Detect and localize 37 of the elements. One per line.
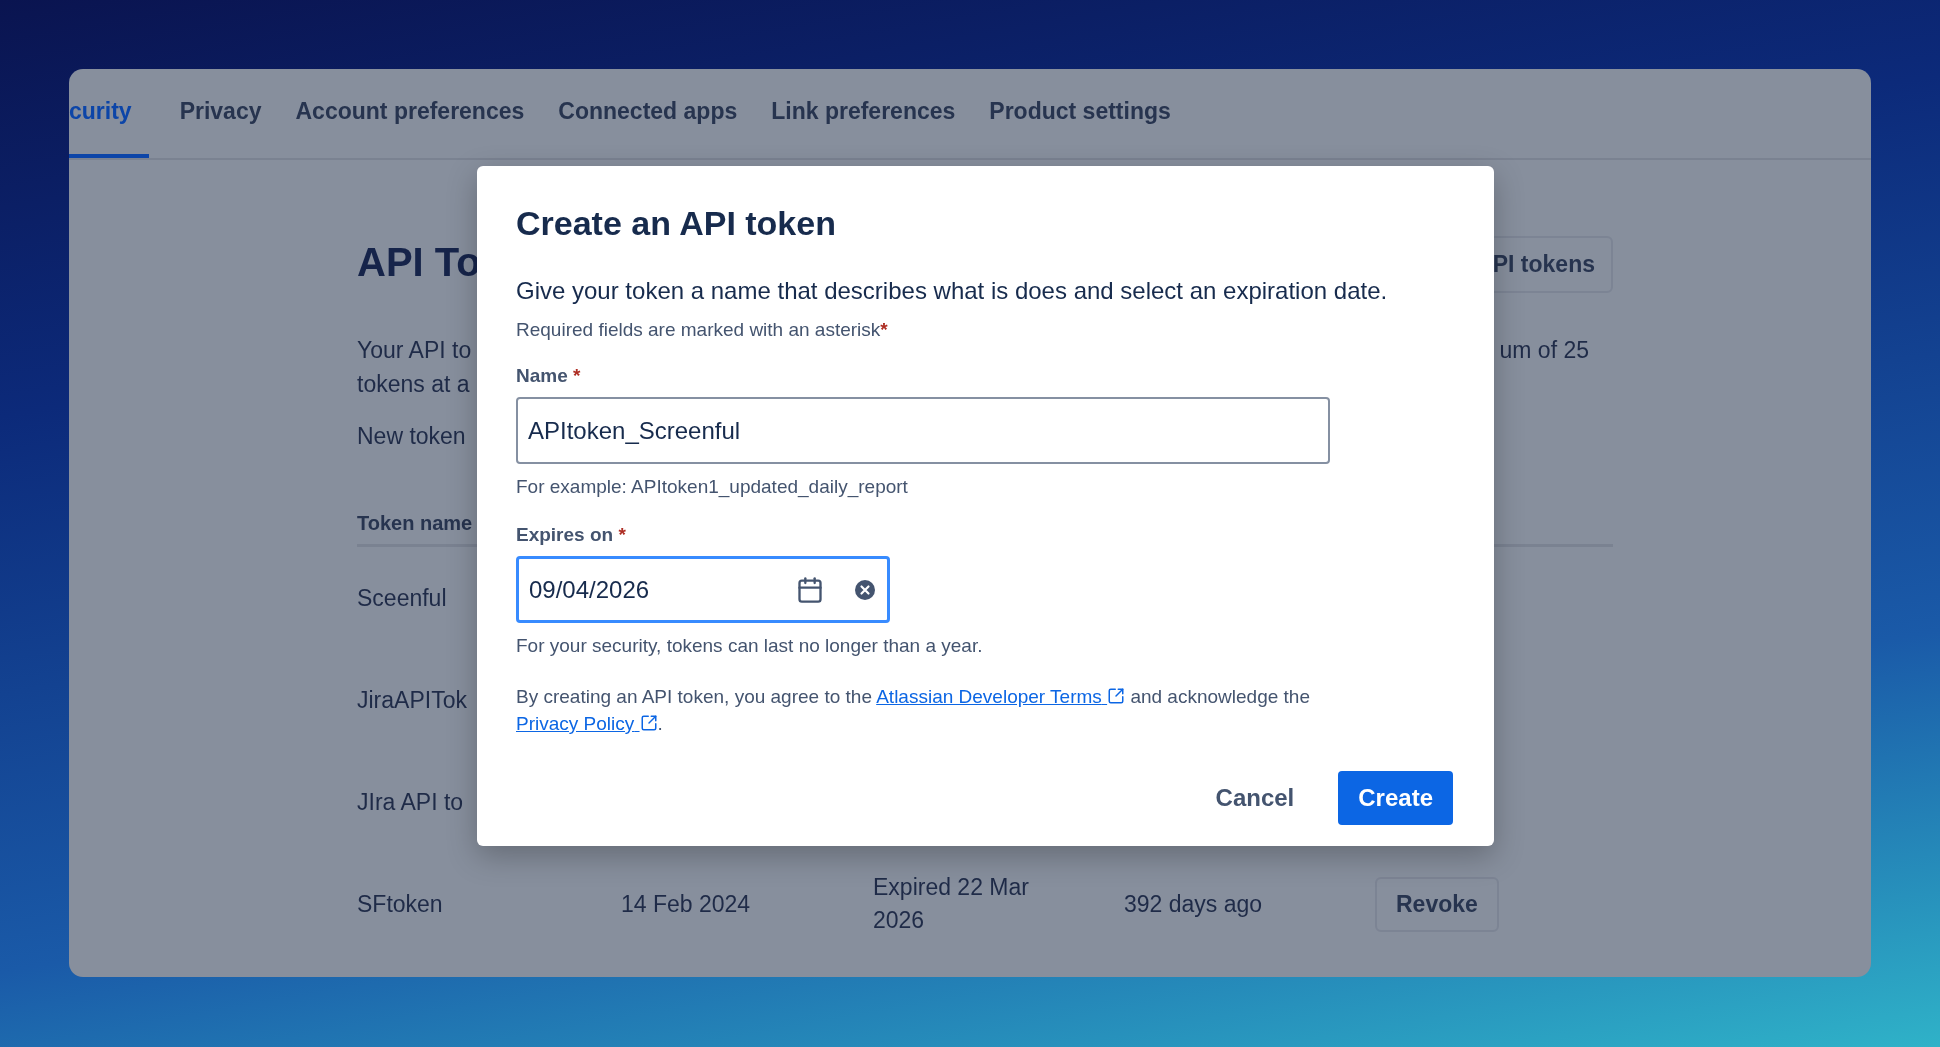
name-field[interactable]: APItoken_Screenful (516, 397, 1330, 464)
table-cell-text: 392 days ago (1124, 889, 1263, 919)
page-title: API To (357, 240, 481, 285)
field-hint: For your security, tokens can last no longer than a year. (516, 635, 984, 657)
table-cell-text: SFtoken (357, 889, 443, 919)
intro-text: um of 25 (1499, 336, 1589, 365)
tab[interactable]: Product settings (972, 69, 1188, 158)
required-note: Required fields are marked with an asterisk* (516, 319, 889, 341)
agreement-text: By creating an API token, you agree to the Atlassian Developer Terms and acknowledge the Privacy Policy . (516, 685, 1311, 736)
external-link-icon (1107, 687, 1126, 705)
intro-text: Your API to tokens at a (357, 336, 472, 399)
calendar-icon[interactable] (796, 575, 824, 604)
field-label: Name * (516, 365, 582, 387)
note-text: New token (357, 423, 466, 450)
field-hint: For example: APItoken1_updated_daily_report (516, 476, 909, 498)
date-field[interactable]: 09/04/2026 (516, 556, 890, 623)
table-cell-text: Sceenful (357, 583, 447, 613)
tab[interactable]: curity (69, 69, 149, 158)
dialog-title: Create an API token (516, 204, 837, 243)
create-button[interactable]: Create (1338, 771, 1453, 825)
cancel-button[interactable]: Cancel (1195, 771, 1315, 825)
tab[interactable]: Link preferences (754, 69, 973, 158)
table-cell-text: JIra API to (357, 787, 464, 817)
table-cell-text: JiraAPITok (357, 685, 467, 715)
tab[interactable]: Connected apps (541, 69, 755, 158)
link[interactable]: Privacy Policy (516, 713, 658, 734)
external-link-icon (639, 714, 658, 732)
table-cell-text: 14 Feb 2024 (621, 889, 751, 919)
column-header: Token name (357, 512, 473, 535)
table-cell-text: Expired 22 Mar 2026 (873, 873, 1030, 935)
revoke-button[interactable]: Revoke (1375, 876, 1499, 932)
field-label: Expires on * (516, 524, 627, 546)
dialog-description: Give your token a name that describes what is does and select an expiration date. (516, 277, 1389, 305)
clear-icon[interactable] (854, 578, 876, 601)
link[interactable]: Atlassian Developer Terms (876, 686, 1126, 707)
tab[interactable]: Privacy (162, 69, 279, 158)
tab[interactable]: Account preferences (278, 69, 542, 158)
